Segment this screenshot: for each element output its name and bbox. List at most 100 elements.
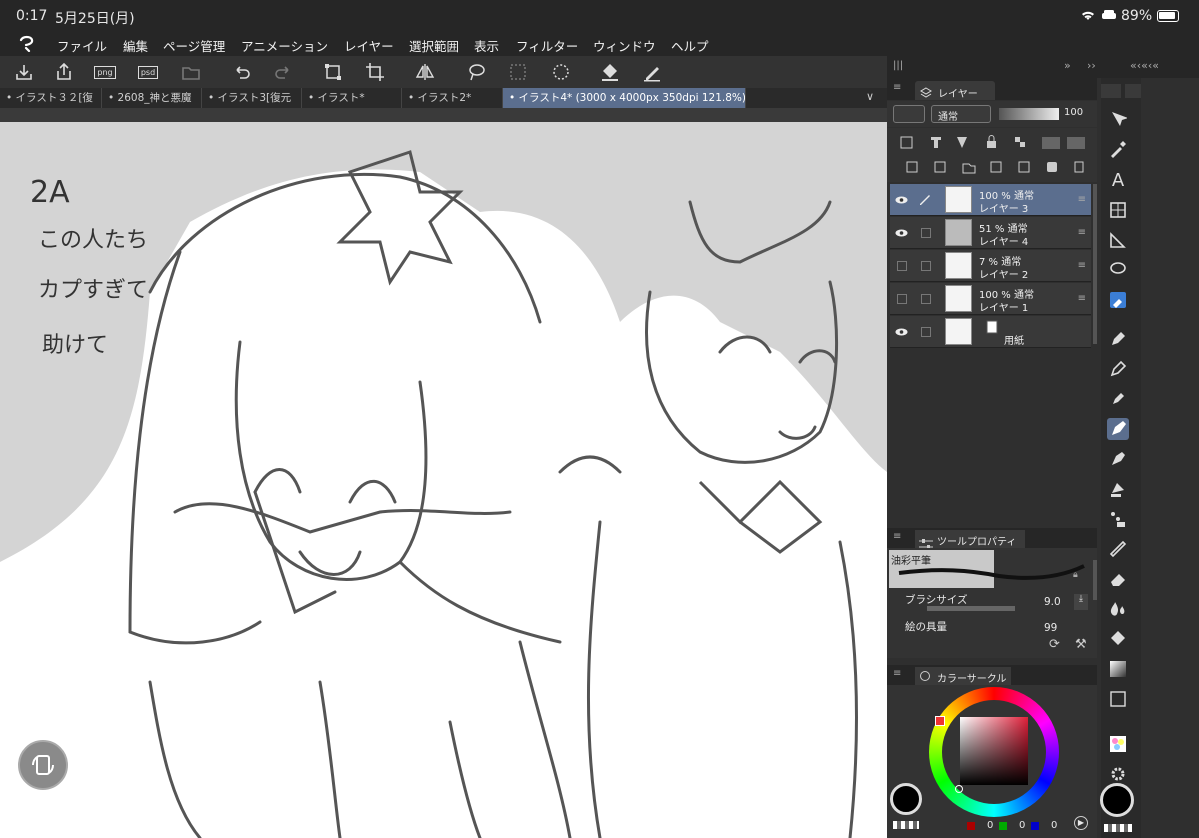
visibility-checkbox[interactable] [897, 294, 907, 304]
settings-gear-icon[interactable] [1107, 763, 1129, 785]
tab-document-4[interactable]: • イラスト* [302, 88, 402, 108]
frame-tool-icon[interactable] [1107, 199, 1129, 221]
layer-row[interactable]: 7 % 通常 レイヤー 2 ≡ [890, 250, 1091, 282]
blend-tool-icon[interactable] [1107, 598, 1129, 620]
layer-lock-checkbox[interactable] [921, 228, 931, 238]
menu-help[interactable]: ヘルプ [671, 36, 709, 55]
chevron-down-icon[interactable]: ∨ [866, 90, 874, 103]
eye-icon[interactable] [895, 326, 908, 338]
paint-tool-icon[interactable] [1107, 478, 1129, 500]
hue-handle[interactable] [935, 716, 945, 726]
color-picker-handle[interactable] [955, 785, 963, 793]
lasso-tool-icon[interactable] [1107, 259, 1129, 281]
layer-row[interactable]: 100 % 通常 レイヤー 1 ≡ [890, 283, 1091, 315]
deselect-icon[interactable] [548, 59, 574, 85]
app-logo-icon[interactable] [17, 34, 37, 55]
color-set-icon[interactable] [1107, 733, 1129, 755]
layer-lock-checkbox[interactable] [921, 327, 931, 337]
pencil-tool-icon[interactable] [1107, 358, 1129, 380]
tool-palette-tab[interactable] [1101, 84, 1121, 98]
menu-layer[interactable]: レイヤー [344, 36, 394, 55]
layer-lock-checkbox[interactable] [921, 261, 931, 271]
transparent-swatch[interactable] [893, 821, 919, 829]
drag-handle-icon[interactable]: ≡ [1078, 194, 1086, 205]
fill-tool-icon[interactable] [1107, 628, 1129, 650]
tool-color-swatch[interactable] [1100, 783, 1134, 817]
drag-handle-icon[interactable]: ≡ [1078, 293, 1086, 304]
layer-scrollbar[interactable] [1093, 184, 1097, 344]
menu-edit[interactable]: 編集 [123, 36, 148, 55]
play-icon[interactable]: ▶ [1074, 816, 1088, 830]
tool-transparent-swatch[interactable] [1104, 824, 1132, 832]
layer-color-select[interactable] [893, 105, 925, 123]
eraser-tool-icon[interactable] [1107, 568, 1129, 590]
menu-selection[interactable]: 選択範囲 [409, 36, 459, 55]
tab-layers[interactable]: レイヤー [915, 81, 995, 100]
fill-icon[interactable] [597, 59, 623, 85]
export-icon[interactable] [51, 59, 77, 85]
gradient-tool-icon[interactable] [1107, 658, 1129, 680]
airbrush-tool-icon[interactable] [1107, 448, 1129, 470]
pen-tool-icon[interactable] [1107, 328, 1129, 350]
figure-tool-icon[interactable] [1107, 688, 1129, 710]
psd-export-icon[interactable]: psd [135, 59, 161, 85]
eye-icon[interactable] [895, 227, 908, 239]
paint-amount-value[interactable]: 99 [1044, 622, 1057, 634]
lock-icon[interactable]: 🔒︎ [1073, 570, 1078, 580]
opacity-slider[interactable] [999, 108, 1059, 120]
tab-document-1[interactable]: • イラスト３２[復 [0, 88, 102, 108]
text-tool-icon[interactable]: A [1107, 169, 1129, 191]
download-icon[interactable]: ⤓ [1074, 594, 1088, 610]
collapse-right-icon[interactable]: ›› [1087, 59, 1096, 72]
opacity-value[interactable]: 100 [1064, 107, 1083, 118]
transform-icon[interactable] [320, 59, 346, 85]
tab-document-active[interactable]: • イラスト4* (3000 x 4000px 350dpi 121.8%) [503, 88, 746, 108]
open-folder-icon[interactable] [178, 59, 204, 85]
ruler-line-tool-icon[interactable] [1107, 538, 1129, 560]
collapse-left-icon[interactable]: «‹«‹« [1130, 59, 1159, 72]
png-export-icon[interactable]: png [92, 59, 118, 85]
lasso-icon[interactable] [464, 59, 490, 85]
saturation-value-square[interactable] [960, 717, 1028, 785]
tab-document-2[interactable]: • 2608_神と悪魔 [102, 88, 202, 108]
drag-handle-icon[interactable]: ≡ [1078, 227, 1086, 238]
ruler-tool-icon[interactable] [1107, 229, 1129, 251]
tab-document-5[interactable]: • イラスト2* [402, 88, 503, 108]
save-icon[interactable] [11, 59, 37, 85]
drag-handle-icon[interactable]: ≡ [1078, 260, 1086, 271]
tab-color-circle[interactable]: カラーサークル [915, 667, 1011, 685]
brush-size-value[interactable]: 9.0 [1044, 596, 1061, 608]
wrench-icon[interactable]: ⚒ [1075, 637, 1087, 652]
eyedropper-tool-icon[interactable] [1107, 138, 1129, 160]
tool-property-scrollbar[interactable] [1093, 560, 1097, 600]
tab-tool-property[interactable]: ツールプロパティ [915, 530, 1025, 549]
menu-view[interactable]: 表示 [474, 36, 499, 55]
menu-window[interactable]: ウィンドウ [593, 36, 656, 55]
layer-row[interactable]: 100 % 通常 レイヤー 3 ≡ [890, 184, 1091, 216]
menu-file[interactable]: ファイル [57, 36, 107, 55]
menu-filter[interactable]: フィルター [516, 36, 578, 55]
select-all-icon[interactable] [505, 59, 531, 85]
menu-page[interactable]: ページ管理 [163, 36, 225, 55]
layer-row[interactable]: 用紙 [890, 316, 1091, 348]
move-tool-icon[interactable] [1107, 108, 1129, 130]
decoration-tool-icon[interactable] [1107, 508, 1129, 530]
redo-icon[interactable] [270, 59, 296, 85]
undo-icon[interactable] [229, 59, 255, 85]
brush-size-slider[interactable] [927, 606, 1015, 611]
menu-animation[interactable]: アニメーション [241, 36, 328, 55]
expand-right-icon[interactable]: » [1064, 59, 1071, 72]
pen-icon[interactable] [639, 59, 665, 85]
blend-mode-select[interactable]: 通常 [931, 105, 991, 123]
tab-document-3[interactable]: • イラスト3[復元 [202, 88, 302, 108]
auto-select-tool-icon[interactable] [1107, 289, 1129, 311]
quick-access-button[interactable] [18, 740, 68, 790]
visibility-checkbox[interactable] [897, 261, 907, 271]
crop-icon[interactable] [362, 59, 388, 85]
flip-horizontal-icon[interactable] [412, 59, 438, 85]
layer-lock-checkbox[interactable] [921, 294, 931, 304]
brush-tool-icon[interactable] [1107, 418, 1129, 440]
marker-tool-icon[interactable] [1107, 388, 1129, 410]
reset-icon[interactable]: ⟳ [1049, 637, 1060, 652]
eye-icon[interactable] [895, 194, 908, 206]
